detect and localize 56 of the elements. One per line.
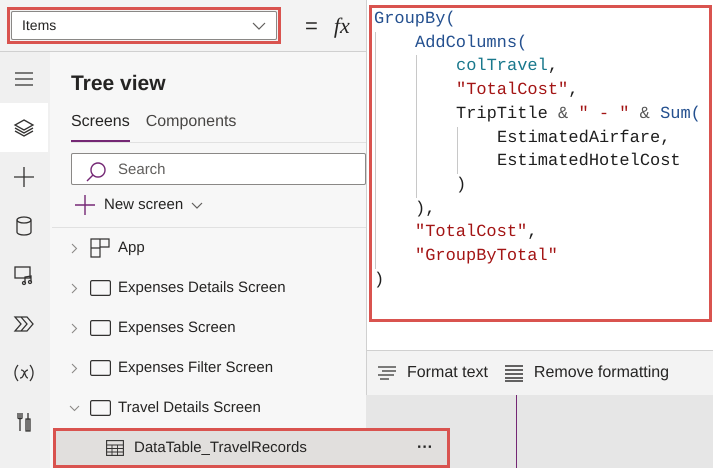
code-line: EstimatedHotelCost — [497, 151, 681, 174]
chevron-right-icon — [70, 282, 78, 294]
tab[interactable]: Screens — [71, 110, 130, 142]
chevron-down-icon — [252, 22, 266, 30]
search-icon — [85, 161, 107, 183]
code-line: AddColumns( — [415, 32, 528, 55]
item-label: Expenses Filter Screen — [118, 358, 274, 378]
lines-icon — [504, 364, 524, 382]
chevron-down-icon — [68, 404, 80, 412]
app-icon — [90, 238, 110, 258]
tab[interactable]: Components — [146, 110, 236, 142]
remove-formatting-button[interactable]: Remove formatting — [504, 361, 670, 385]
screen-icon — [90, 320, 111, 336]
code-line: colTravel, — [456, 56, 558, 78]
chevron-right-icon — [70, 362, 78, 374]
format-lines-icon — [377, 365, 397, 381]
table-icon — [106, 440, 124, 456]
item-label: App — [118, 238, 145, 258]
item-label: Expenses Details Screen — [118, 278, 286, 298]
layers-icon — [13, 116, 35, 138]
equals-sign: = — [305, 12, 318, 40]
more-button[interactable]: ··· — [417, 436, 433, 460]
code-line: ) — [456, 174, 466, 197]
code-line: ) — [374, 270, 384, 292]
search-field[interactable]: Search — [71, 153, 366, 186]
code-line: "TotalCost", — [456, 80, 578, 102]
item-label: Travel Details Screen — [118, 398, 261, 418]
code-line: TripTitle & " - " & Sum( — [456, 104, 701, 126]
media-icon — [13, 264, 35, 286]
property-dropdown[interactable]: Items — [11, 11, 277, 40]
tree-item[interactable]: DataTable_TravelRecords ··· — [53, 428, 450, 468]
code-line: "TotalCost", — [415, 222, 538, 244]
tree-item[interactable]: Expenses Details Screen — [50, 268, 366, 308]
tree-item[interactable]: Expenses Filter Screen — [50, 348, 366, 388]
plus-icon — [74, 194, 96, 216]
chevron-right-icon — [70, 242, 78, 254]
item-label: DataTable_TravelRecords — [134, 438, 307, 458]
tree-item[interactable]: Travel Details Screen — [50, 388, 366, 428]
item-label: Expenses Screen — [118, 318, 236, 338]
screen-icon — [90, 400, 111, 416]
code-line: "GroupByTotal" — [415, 246, 558, 268]
tree-item[interactable]: Expenses Screen — [50, 308, 366, 348]
screen-icon — [90, 280, 111, 296]
panel-title: Tree view — [71, 71, 167, 97]
new-screen-button[interactable]: New screen — [74, 193, 204, 217]
fx-label: fx — [334, 12, 350, 40]
code-line: GroupBy( — [374, 9, 456, 31]
tree-item[interactable]: App — [50, 228, 366, 268]
chevron-down-icon — [191, 202, 204, 209]
layers-button[interactable] — [0, 103, 48, 152]
code-line: ), — [415, 198, 436, 221]
code-line: EstimatedAirfare, — [497, 128, 670, 150]
chevron-right-icon — [70, 322, 78, 334]
format-text-button[interactable]: Format text — [377, 361, 488, 385]
screen-icon — [90, 360, 111, 376]
plus-icon — [13, 166, 35, 188]
